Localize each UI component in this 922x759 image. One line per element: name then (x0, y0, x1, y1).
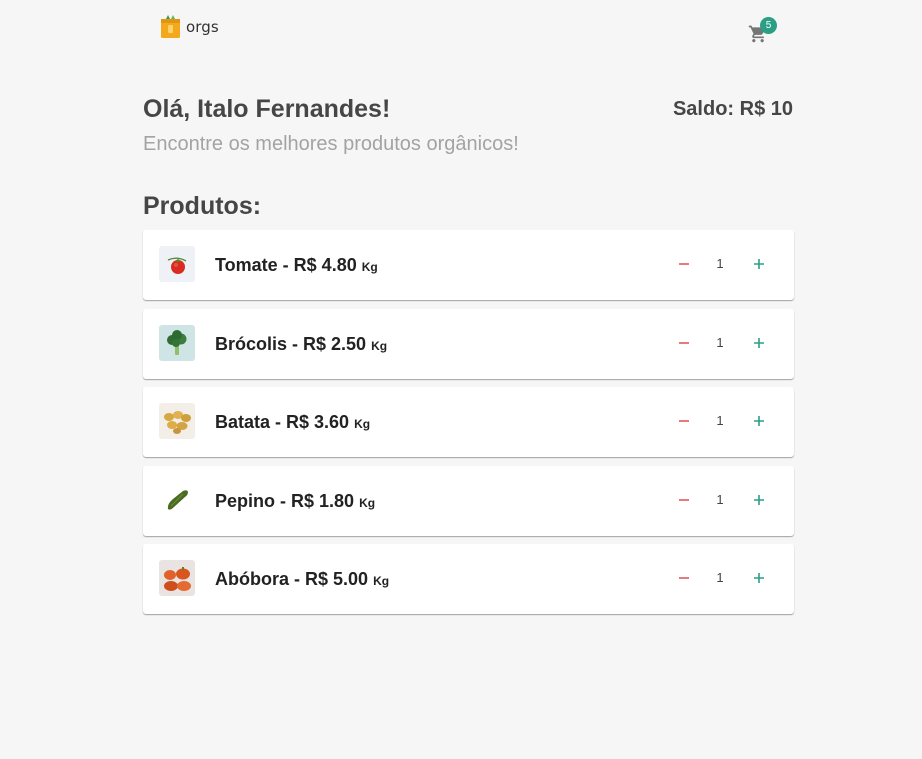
quantity-value: 1 (716, 570, 724, 585)
potato-icon (159, 403, 195, 439)
increase-quantity-button[interactable] (747, 566, 771, 590)
product-unit: Kg (373, 574, 390, 588)
product-unit: Kg (354, 417, 371, 431)
plus-icon (754, 259, 764, 269)
product-name: Pepino - R$ 1.80 Kg (215, 490, 376, 511)
tomato-icon (159, 246, 195, 282)
product-card: Tomate - R$ 4.80 Kg 1 (143, 230, 794, 300)
product-name: Abóbora - R$ 5.00 Kg (215, 569, 390, 589)
minus-icon (679, 577, 689, 579)
products-heading: Produtos: (143, 192, 262, 220)
product-unit: Kg (359, 495, 376, 510)
plus-icon (754, 337, 764, 348)
product-card: Brócolis - R$ 2.50 Kg 1 (143, 308, 794, 379)
quantity-value: 1 (716, 413, 724, 428)
increase-quantity-button[interactable] (747, 488, 771, 512)
product-card: Abóbora - R$ 5.00 Kg 1 (143, 544, 794, 614)
quantity-value: 1 (716, 334, 724, 350)
cucumber-icon (159, 481, 195, 518)
cart-button[interactable]: 5 (748, 17, 777, 46)
decrease-quantity-button[interactable] (672, 331, 696, 355)
balance-label: Saldo: R$ 10 (672, 98, 793, 120)
product-name: Tomate - R$ 4.80 Kg (215, 255, 378, 275)
top-bar: orgs 5 (0, 0, 922, 60)
page: orgs 5 Olá, Italo Fernandes! Saldo: R$ 1… (0, 0, 922, 759)
logo-text: orgs (186, 17, 219, 36)
minus-icon (679, 498, 689, 501)
increase-quantity-button[interactable] (747, 331, 771, 355)
pumpkin-icon (159, 560, 195, 596)
product-unit: Kg (361, 260, 378, 274)
plus-icon (754, 416, 764, 426)
product-card: Pepino - R$ 1.80 Kg 1 (143, 465, 794, 536)
logo[interactable]: orgs (160, 15, 219, 38)
minus-icon (679, 263, 689, 265)
grocery-bag-icon (161, 15, 180, 38)
greeting-title: Olá, Italo Fernandes! (143, 95, 391, 123)
product-unit: Kg (371, 338, 388, 353)
greeting-subtitle: Encontre os melhores produtos orgânicos! (143, 133, 519, 155)
product-list: Tomate - R$ 4.80 Kg 1 Brócolis - R$ 2.50… (143, 230, 794, 623)
plus-icon (754, 573, 764, 583)
product-name: Brócolis - R$ 2.50 Kg (215, 333, 388, 354)
product-name: Batata - R$ 3.60 Kg (215, 412, 371, 432)
product-card: Batata - R$ 3.60 Kg 1 (143, 387, 794, 457)
quantity-value: 1 (716, 256, 724, 271)
decrease-quantity-button[interactable] (672, 409, 696, 433)
increase-quantity-button[interactable] (747, 409, 771, 433)
decrease-quantity-button[interactable] (672, 252, 696, 276)
quantity-value: 1 (716, 491, 724, 507)
decrease-quantity-button[interactable] (672, 488, 696, 512)
broccoli-icon (159, 324, 195, 361)
decrease-quantity-button[interactable] (672, 566, 696, 590)
cart-count-badge: 5 (760, 17, 777, 34)
minus-icon (679, 341, 689, 344)
increase-quantity-button[interactable] (747, 252, 771, 276)
plus-icon (754, 494, 764, 505)
minus-icon (679, 420, 689, 422)
